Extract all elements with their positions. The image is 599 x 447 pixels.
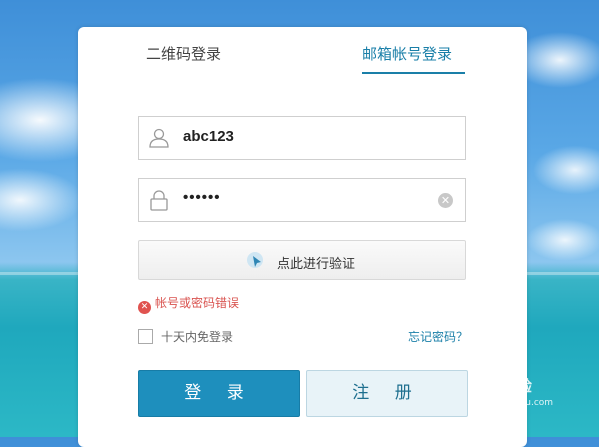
remember-label: 十天内免登录	[161, 330, 234, 344]
cursor-click-icon	[247, 252, 263, 268]
password-value: ••••••	[183, 189, 221, 206]
clear-icon[interactable]: ✕	[438, 193, 453, 208]
watermark-brand: Bai 经验	[470, 377, 532, 395]
verify-label: 点此进行验证	[277, 257, 356, 272]
watermark: Bai 经验 jingyan.baidu.com	[470, 375, 553, 408]
error-text: 帐号或密码错误	[155, 296, 240, 310]
error-icon: ✕	[138, 301, 151, 314]
verify-button[interactable]: 点此进行验证	[138, 240, 466, 280]
lock-icon	[150, 190, 168, 211]
username-value: abc123	[183, 128, 234, 145]
remember-me[interactable]: 十天内免登录	[138, 328, 233, 345]
login-button[interactable]: 登 录	[138, 370, 300, 417]
login-card: 二维码登录 邮箱帐号登录 abc123 •••••• ✕ 点此进行验证 ✕ 帐号或…	[78, 27, 527, 447]
active-tab-underline	[362, 72, 465, 74]
register-button[interactable]: 注 册	[306, 370, 468, 417]
username-field[interactable]: abc123	[138, 116, 466, 160]
user-icon	[149, 128, 169, 148]
tab-qr-login[interactable]: 二维码登录	[146, 43, 221, 64]
remember-checkbox[interactable]	[138, 329, 153, 344]
tab-email-login[interactable]: 邮箱帐号登录	[362, 43, 452, 64]
forgot-password-link[interactable]: 忘记密码？	[408, 328, 468, 345]
password-field[interactable]: •••••• ✕	[138, 178, 466, 222]
error-message: ✕ 帐号或密码错误	[138, 294, 239, 314]
watermark-url: jingyan.baidu.com	[470, 398, 554, 408]
